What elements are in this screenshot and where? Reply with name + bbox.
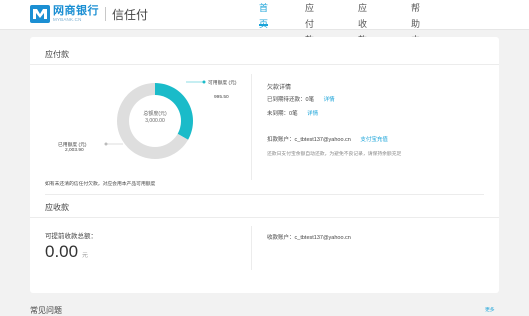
overdue-row: 已到期待还款：0笔 详情 [267,95,335,103]
column-divider [251,74,252,180]
nav-item-payable[interactable]: 应付款 [305,0,314,45]
nav-item-help[interactable]: 帮助中心 [411,0,420,61]
amount-unit: 元 [82,253,89,259]
nav-active-underline [259,24,269,26]
faq-bar: 常见问题 更多 [30,299,499,316]
overdue-detail-link[interactable]: 详情 [324,97,335,103]
brand-name-en: MYBANK.CN [53,16,82,22]
faq-more-link[interactable]: 更多 [485,306,495,313]
logo-divider [105,7,106,21]
receivable-section-title: 应收款 [45,203,69,212]
product-name: 信任付 [112,7,149,22]
section-divider [30,217,499,218]
nav-item-receivable[interactable]: 应收款 [358,0,367,45]
chart-callout-lines [104,80,206,146]
used-credit-label: 已用额度 (元) [58,143,87,148]
available-credit-label: 可用额度 (元) [208,81,237,86]
alipay-recharge-link[interactable]: 支付宝充值 [360,137,388,143]
advance-receivable-amount: 0.00 [45,242,79,261]
column-divider [251,226,252,270]
debit-account-value: c_tbtest137@yahoo.cn [294,137,351,143]
overdue-count: 0笔 [305,97,315,103]
overdue-label: 已到期待还款： [267,97,306,103]
nav-item-home[interactable]: 首页 [259,0,269,30]
mybank-logo-icon [30,5,50,23]
advance-receivable-label: 可提前收款总额： [45,233,97,240]
receiving-account-label: 收款账户： [267,235,295,241]
pending-count: 0笔 [289,111,298,117]
faq-title: 常见问题 [30,306,62,315]
credit-footnote: 如有未还清的信任付欠款，对应会用本产品可用额度 [45,182,156,187]
receiving-account-value: c_tbtest137@yahoo.cn [294,235,351,241]
debt-detail-title: 欠款详情 [267,85,292,91]
top-bar: 网商银行 MYBANK.CN 信任付 首页 应付款 应收款 帮助中心 [0,0,529,61]
brand-name-cn: 网商银行 [53,4,99,17]
repayment-note: 还款日支付宝余额自动还款，为避免不良记录，请保持余额充足 [267,152,402,157]
pending-label: 未到期： [267,111,290,117]
summary-card: 应付款 总额度(元) 3,000.00 可用额度 (元) 995.50 已用额度… [30,37,499,293]
receiving-account-row: 收款账户：c_tbtest137@yahoo.cn [267,233,351,241]
available-credit-value: 995.50 [214,95,229,100]
used-credit-value: 2,003.90 [65,148,84,153]
section-divider [45,194,484,195]
debit-account-row: 扣款账户：c_tbtest137@yahoo.cn 支付宝充值 [267,135,388,143]
debit-account-label: 扣款账户： [267,137,295,143]
pending-detail-link[interactable]: 详情 [307,111,318,117]
pending-row: 未到期：0笔 详情 [267,109,318,117]
brand-logo[interactable]: 网商银行 MYBANK.CN 信任付 [30,4,148,24]
